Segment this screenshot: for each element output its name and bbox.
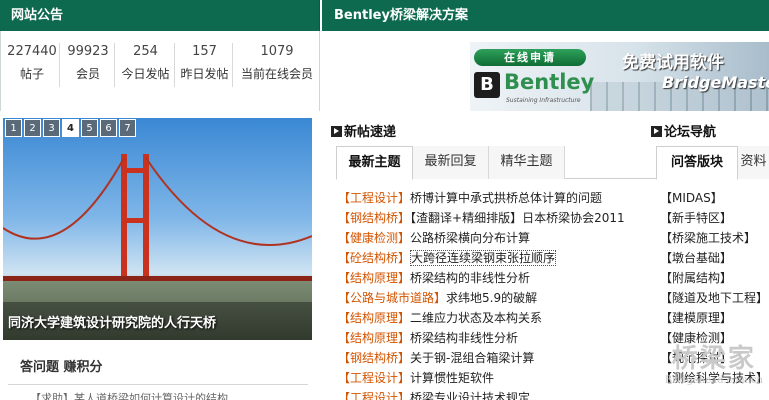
- tab-resources[interactable]: 资料: [738, 146, 769, 179]
- stat-today-posts: 254 今日发帖: [117, 43, 175, 87]
- bentley-logo-icon: B: [474, 72, 500, 98]
- stat-label: 当前在线会员: [240, 67, 313, 81]
- stat-value: 254: [133, 44, 158, 59]
- post-category[interactable]: 【工程设计】: [338, 371, 410, 385]
- stat-label: 帖子: [19, 67, 44, 81]
- post-category[interactable]: 【结构原理】: [338, 271, 410, 285]
- section-label: 论坛导航: [664, 125, 717, 140]
- slide-caption[interactable]: 同济大学建筑设计研究院的人行天桥: [8, 312, 216, 331]
- bentley-brand: Bentley: [504, 70, 595, 94]
- list-item[interactable]: 【健康检测】公路桥梁横向分布计算: [338, 228, 656, 248]
- stat-yesterday-posts: 157 昨日发帖: [177, 43, 233, 87]
- list-item[interactable]: 【工程设计】桥博计算中承式拱桥总体计算的问题: [338, 188, 656, 208]
- stat-posts: 227440 帖子: [5, 43, 60, 87]
- list-item[interactable]: 【结构原理】桥梁结构非线性分析: [338, 328, 656, 348]
- post-category[interactable]: 【结构原理】: [338, 311, 410, 325]
- board-link[interactable]: 【墩台基础】: [660, 248, 769, 268]
- qa-first-item[interactable]: 【求助】某人道桥梁如何计算设计的结构: [30, 390, 228, 400]
- slider-page-6[interactable]: 6: [100, 119, 117, 137]
- featured-image-slider[interactable]: 1 2 3 4 5 6 7 同济大学建筑设计研究院的人行天桥: [3, 118, 312, 340]
- stat-label: 今日发帖: [121, 67, 170, 81]
- list-item[interactable]: 【工程设计】计算惯性矩软件: [338, 368, 656, 388]
- slider-page-5[interactable]: 5: [81, 119, 98, 137]
- board-link[interactable]: 【桥梁施工技术】: [660, 228, 769, 248]
- content-tab-bar: 最新主题 最新回复 精华主题 问答版块 资料: [336, 146, 769, 180]
- post-category[interactable]: 【健康检测】: [338, 231, 410, 245]
- slider-pagination: 1 2 3 4 5 6 7: [5, 119, 136, 137]
- slider-page-4[interactable]: 4: [62, 119, 79, 137]
- list-item[interactable]: 【公路与城市道路】求纬地5.9的破解: [338, 288, 656, 308]
- post-title[interactable]: 计算惯性矩软件: [410, 371, 494, 385]
- stat-value: 227440: [7, 44, 57, 59]
- post-category[interactable]: 【钢结构桥】: [338, 351, 410, 365]
- section-label: 新帖速递: [344, 125, 397, 140]
- list-item[interactable]: 【结构原理】桥梁结构的非线性分析: [338, 268, 656, 288]
- tab-latest-replies[interactable]: 最新回复: [413, 146, 489, 179]
- apply-online-button[interactable]: 在线申请: [474, 49, 586, 66]
- tab-featured-topics[interactable]: 精华主题: [489, 146, 565, 179]
- latest-posts-list: 【工程设计】桥博计算中承式拱桥总体计算的问题 【钢结构桥】【渣翻译+精细排版】日…: [338, 188, 656, 400]
- post-title[interactable]: 二维应力状态及本构关系: [410, 311, 542, 325]
- qa-heading: 答问题 赚积分: [20, 360, 103, 375]
- board-link[interactable]: 【隧道及地下工程】: [660, 288, 769, 308]
- slider-page-7[interactable]: 7: [119, 119, 136, 137]
- post-category[interactable]: 【公路与城市道路】: [338, 291, 446, 305]
- stat-members: 99923 会员: [62, 43, 115, 87]
- stat-value: 99923: [67, 44, 109, 59]
- tab-qa-boards[interactable]: 问答版块: [656, 146, 738, 180]
- tab-latest-topics[interactable]: 最新主题: [336, 146, 413, 180]
- post-title[interactable]: 求纬地5.9的破解: [446, 291, 537, 305]
- list-item[interactable]: 【结构原理】二维应力状态及本构关系: [338, 308, 656, 328]
- board-link[interactable]: 【新手特区】: [660, 208, 769, 228]
- arrow-bullet-icon: [331, 126, 342, 137]
- site-watermark: 桥梁家 Bridgehead.com.cn: [665, 338, 763, 386]
- product-name: BridgeMaster: [662, 73, 769, 92]
- board-link[interactable]: 【附属结构】: [660, 268, 769, 288]
- announcement-header: 网站公告: [0, 0, 320, 31]
- watermark-text: 桥梁家: [671, 344, 756, 374]
- board-link[interactable]: 【建模原理】: [660, 308, 769, 328]
- post-title[interactable]: 大跨径连续梁钢束张拉顺序: [410, 250, 557, 266]
- slider-page-1[interactable]: 1: [5, 119, 22, 137]
- post-category[interactable]: 【砼结构桥】: [338, 251, 410, 265]
- post-category[interactable]: 【钢结构桥】: [338, 211, 410, 225]
- stat-value: 1079: [260, 44, 294, 59]
- stat-value: 157: [192, 44, 217, 59]
- post-title[interactable]: 桥梁结构的非线性分析: [410, 271, 530, 285]
- post-title[interactable]: 桥博计算中承式拱桥总体计算的问题: [410, 191, 602, 205]
- post-category[interactable]: 【结构原理】: [338, 331, 410, 345]
- bentley-solutions-header: Bentley桥梁解决方案: [322, 0, 769, 31]
- divider: [8, 384, 308, 385]
- forum-stats: 227440 帖子 99923 会员 254 今日发帖 157 昨日发帖 107…: [0, 31, 320, 111]
- post-title[interactable]: 桥梁专业设计技术规定: [410, 391, 530, 400]
- free-trial-text: 免费试用软件: [622, 53, 724, 73]
- bentley-tagline: Sustaining Infrastructure: [506, 97, 581, 104]
- slider-page-2[interactable]: 2: [24, 119, 41, 137]
- post-title[interactable]: 【渣翻译+精细排版】日本桥梁协会2011: [410, 211, 625, 225]
- list-item[interactable]: 【钢结构桥】【渣翻译+精细排版】日本桥梁协会2011: [338, 208, 656, 228]
- list-item[interactable]: 【钢结构桥】关于钢-混组合箱梁计算: [338, 348, 656, 368]
- stat-label: 会员: [75, 67, 100, 81]
- list-item[interactable]: 【工程设计】桥梁专业设计技术规定: [338, 388, 656, 400]
- list-item[interactable]: 【砼结构桥】大跨径连续梁钢束张拉顺序: [338, 248, 656, 268]
- forum-nav-heading: 论坛导航: [651, 121, 716, 140]
- board-link[interactable]: 【MIDAS】: [660, 188, 769, 208]
- post-title[interactable]: 关于钢-混组合箱梁计算: [410, 351, 534, 365]
- slider-page-3[interactable]: 3: [43, 119, 60, 137]
- watermark-url: Bridgehead.com.cn: [664, 375, 763, 386]
- post-category[interactable]: 【工程设计】: [338, 391, 410, 400]
- stat-label: 昨日发帖: [180, 67, 229, 81]
- stat-online-members: 1079 当前在线会员: [237, 43, 317, 87]
- new-posts-heading: 新帖速递: [331, 121, 396, 140]
- bentley-ad-banner[interactable]: 在线申请 B Bentley Sustaining Infrastructure…: [470, 42, 769, 111]
- post-title[interactable]: 公路桥梁横向分布计算: [410, 231, 530, 245]
- post-title[interactable]: 桥梁结构非线性分析: [410, 331, 518, 345]
- post-category[interactable]: 【工程设计】: [338, 191, 410, 205]
- arrow-bullet-icon: [651, 126, 662, 137]
